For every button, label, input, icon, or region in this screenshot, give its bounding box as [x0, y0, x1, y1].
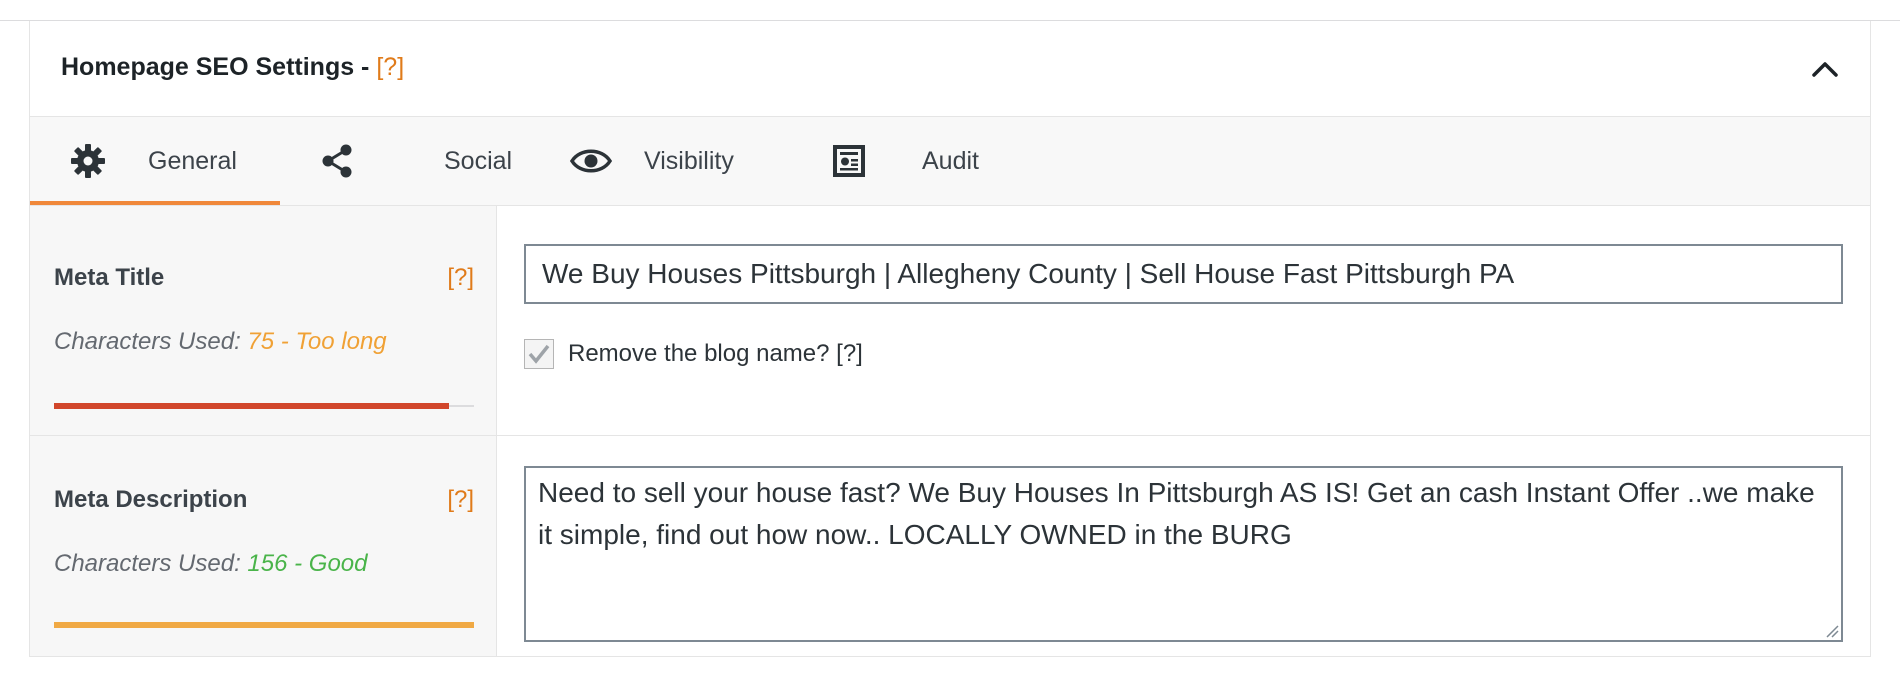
tab-general[interactable]: General — [30, 117, 280, 205]
remove-blog-name-checkbox[interactable] — [524, 339, 554, 369]
meta-description-text: Need to sell your house fast? We Buy Hou… — [538, 477, 1815, 550]
meta-description-length-bar — [54, 622, 474, 628]
panel-title-text: Homepage SEO Settings - — [61, 53, 370, 81]
meta-description-textarea[interactable]: Need to sell your house fast? We Buy Hou… — [524, 466, 1843, 642]
meta-description-length-bar-fill — [54, 622, 474, 628]
panel-header[interactable]: Homepage SEO Settings - [?] — [30, 21, 1870, 117]
meta-title-chars-status: 75 - Too long — [247, 328, 387, 355]
meta-description-chars-status: 156 - Good — [247, 550, 368, 577]
checkmark-icon — [528, 344, 550, 364]
meta-title-label: Meta Title — [54, 264, 165, 291]
report-icon — [833, 145, 865, 177]
tab-visibility[interactable]: Visibility — [570, 117, 800, 205]
resize-handle-icon[interactable] — [1825, 624, 1839, 638]
tab-audit-label: Audit — [922, 146, 979, 175]
homepage-seo-panel: Homepage SEO Settings - [?] General Soci… — [29, 21, 1871, 657]
tab-active-indicator — [30, 201, 280, 205]
chevron-up-icon[interactable] — [1810, 57, 1840, 81]
meta-title-row: Meta Title [?] Characters Used: 75 - Too… — [30, 206, 1870, 436]
meta-description-chars-prefix: Characters Used: — [54, 550, 241, 577]
meta-title-help[interactable]: [?] — [447, 264, 474, 292]
tab-social-label: Social — [444, 146, 513, 175]
tab-bar: General Social Visibility Audit — [30, 117, 1870, 206]
meta-description-char-count: Characters Used: 156 - Good — [54, 550, 368, 578]
share-icon — [322, 144, 352, 178]
eye-icon — [570, 149, 612, 173]
meta-title-input[interactable]: We Buy Houses Pittsburgh | Allegheny Cou… — [524, 244, 1843, 304]
meta-title-char-count: Characters Used: 75 - Too long — [54, 328, 387, 356]
gear-icon — [71, 144, 105, 178]
meta-title-length-bar — [54, 403, 474, 409]
remove-blog-name-label[interactable]: Remove the blog name? [?] — [568, 340, 863, 368]
tab-social[interactable]: Social — [320, 117, 520, 205]
meta-title-length-bar-fill — [54, 403, 449, 409]
meta-description-label: Meta Description — [54, 486, 248, 513]
meta-title-label-cell: Meta Title [?] Characters Used: 75 - Too… — [30, 206, 497, 435]
meta-description-row: Meta Description [?] Characters Used: 15… — [30, 436, 1870, 656]
meta-description-label-cell: Meta Description [?] Characters Used: 15… — [30, 436, 497, 656]
panel-help-link[interactable]: [?] — [376, 53, 404, 81]
tab-audit[interactable]: Audit — [832, 117, 1032, 205]
tab-general-label: General — [148, 146, 237, 175]
tab-visibility-label: Visibility — [644, 146, 734, 175]
meta-description-help[interactable]: [?] — [447, 486, 474, 514]
panel-title: Homepage SEO Settings - [?] — [61, 53, 404, 82]
meta-title-chars-prefix: Characters Used: — [54, 328, 241, 355]
